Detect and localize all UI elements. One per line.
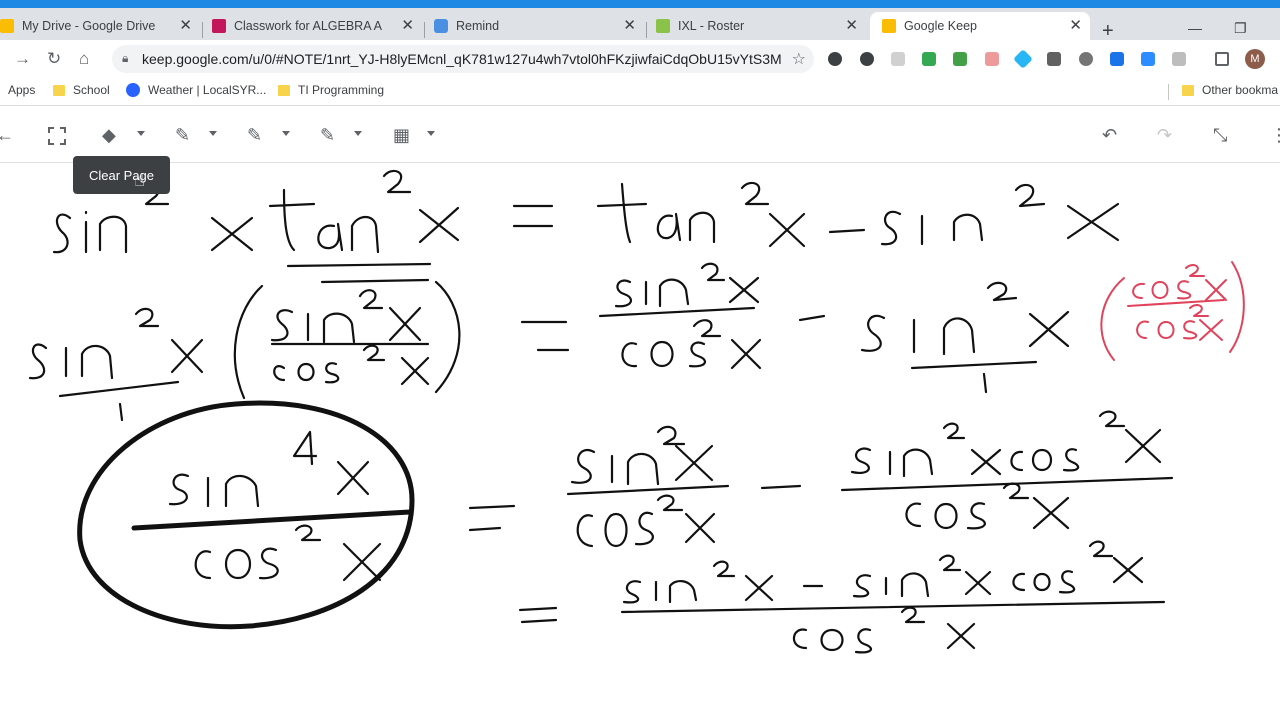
close-icon[interactable]: ✕ xyxy=(401,16,414,34)
tab-google-keep[interactable]: Google Keep ✕ xyxy=(870,12,1090,40)
marker-icon[interactable]: ✎ xyxy=(247,125,262,146)
chevron-down-icon[interactable] xyxy=(282,131,290,136)
drawing-toolbar: ← ◆ ✎ ✎ ✎ ▦ ↶ ↷ ⤡ ⋮ xyxy=(0,107,1280,163)
tab-strip: My Drive - Google Drive ✕ Classwork for … xyxy=(0,8,1280,42)
bookmark-school[interactable]: School xyxy=(53,83,110,97)
line1-right xyxy=(596,181,1120,248)
bookmarks-bar: Apps School Weather | LocalSYR... TI Pro… xyxy=(0,78,1280,106)
url-text[interactable]: keep.google.com/u/0/#NOTE/1nrt_YJ-H8lyEM… xyxy=(142,51,782,67)
hand-cursor-icon: ☝ xyxy=(134,170,145,190)
line4 xyxy=(518,540,1166,654)
avatar[interactable]: M xyxy=(1245,49,1265,69)
folder-icon xyxy=(53,84,65,96)
grid-icon[interactable]: ▦ xyxy=(393,125,410,146)
tab-ixl[interactable]: IXL - Roster ✕ xyxy=(656,12,866,40)
forward-arrow-icon[interactable]: → xyxy=(14,49,31,69)
close-icon[interactable]: ✕ xyxy=(179,16,192,34)
red-note xyxy=(1100,261,1245,361)
bookmark-weather[interactable]: Weather | LocalSYR... xyxy=(126,83,266,97)
handwritten-math xyxy=(28,169,1245,654)
extension-icon[interactable] xyxy=(1141,52,1155,66)
keep-icon xyxy=(882,19,896,33)
star-icon[interactable]: ☆ xyxy=(792,49,806,69)
extension-icon[interactable] xyxy=(1013,49,1033,69)
drawing-canvas[interactable] xyxy=(0,163,1280,720)
restore-button[interactable]: ❐ xyxy=(1234,20,1247,37)
close-icon[interactable]: ✕ xyxy=(623,16,636,34)
drive-icon xyxy=(0,19,14,33)
folder-icon xyxy=(1182,84,1194,96)
bookmark-ti-programming[interactable]: TI Programming xyxy=(278,83,384,97)
line2-right xyxy=(598,262,1070,394)
tab-classwork[interactable]: Classwork for ALGEBRA A - 20… ✕ xyxy=(212,12,422,40)
home-icon[interactable]: ⌂ xyxy=(79,49,89,69)
back-icon[interactable]: ← xyxy=(0,125,14,146)
chevron-down-icon[interactable] xyxy=(354,131,362,136)
circled-fraction xyxy=(77,400,415,630)
lock-icon: 🔒︎ xyxy=(122,51,129,65)
ixl-icon xyxy=(656,19,670,33)
extension-icon[interactable] xyxy=(1172,52,1186,66)
remind-icon xyxy=(434,19,448,33)
more-icon[interactable]: ⋮ xyxy=(1270,125,1280,146)
cast-icon[interactable] xyxy=(1215,52,1229,66)
bookmark-apps[interactable]: Apps xyxy=(8,83,35,97)
equals-sign-1 xyxy=(512,204,554,228)
classroom-icon xyxy=(212,19,226,33)
weather-icon xyxy=(126,83,140,97)
extension-icon[interactable] xyxy=(860,52,874,66)
equals-sign-2 xyxy=(520,320,570,352)
extension-icon[interactable] xyxy=(1047,52,1061,66)
folder-icon xyxy=(278,84,290,96)
undo-icon[interactable]: ↶ xyxy=(1102,125,1117,146)
highlighter-icon[interactable]: ✎ xyxy=(320,125,335,146)
eraser-icon[interactable]: ◆ xyxy=(102,125,116,146)
omnibox[interactable]: 🔒︎ keep.google.com/u/0/#NOTE/1nrt_YJ-H8l… xyxy=(112,45,814,73)
close-icon[interactable]: ✕ xyxy=(1069,16,1082,34)
close-icon[interactable]: ✕ xyxy=(845,16,858,34)
pen-icon[interactable]: ✎ xyxy=(175,125,190,146)
line3-left xyxy=(168,430,382,582)
extension-icon[interactable] xyxy=(1110,52,1124,66)
extension-icon[interactable] xyxy=(922,52,936,66)
top-accent-bar xyxy=(0,0,1280,8)
bookmark-other[interactable]: Other bookma xyxy=(1182,83,1278,97)
line2-left xyxy=(28,280,461,422)
line3-right xyxy=(468,410,1174,548)
select-icon[interactable] xyxy=(48,127,66,145)
extension-icon[interactable] xyxy=(891,52,905,66)
extension-icon[interactable] xyxy=(828,52,842,66)
chevron-down-icon[interactable] xyxy=(137,131,145,136)
collapse-icon[interactable]: ⤡ xyxy=(1213,125,1227,146)
redo-icon[interactable]: ↷ xyxy=(1157,125,1172,146)
tab-google-drive[interactable]: My Drive - Google Drive ✕ xyxy=(0,12,200,40)
extension-icon[interactable] xyxy=(953,52,967,66)
address-bar: → ↻ ⌂ 🔒︎ keep.google.com/u/0/#NOTE/1nrt_… xyxy=(0,40,1280,78)
minimize-button[interactable]: — xyxy=(1188,20,1202,36)
chevron-down-icon[interactable] xyxy=(427,131,435,136)
extension-icon[interactable] xyxy=(1079,52,1093,66)
extension-icon[interactable] xyxy=(985,52,999,66)
chevron-down-icon[interactable] xyxy=(209,131,217,136)
tab-remind[interactable]: Remind ✕ xyxy=(434,12,644,40)
clear-page-tooltip: Clear Page xyxy=(73,156,170,194)
reload-icon[interactable]: ↻ xyxy=(47,49,61,69)
